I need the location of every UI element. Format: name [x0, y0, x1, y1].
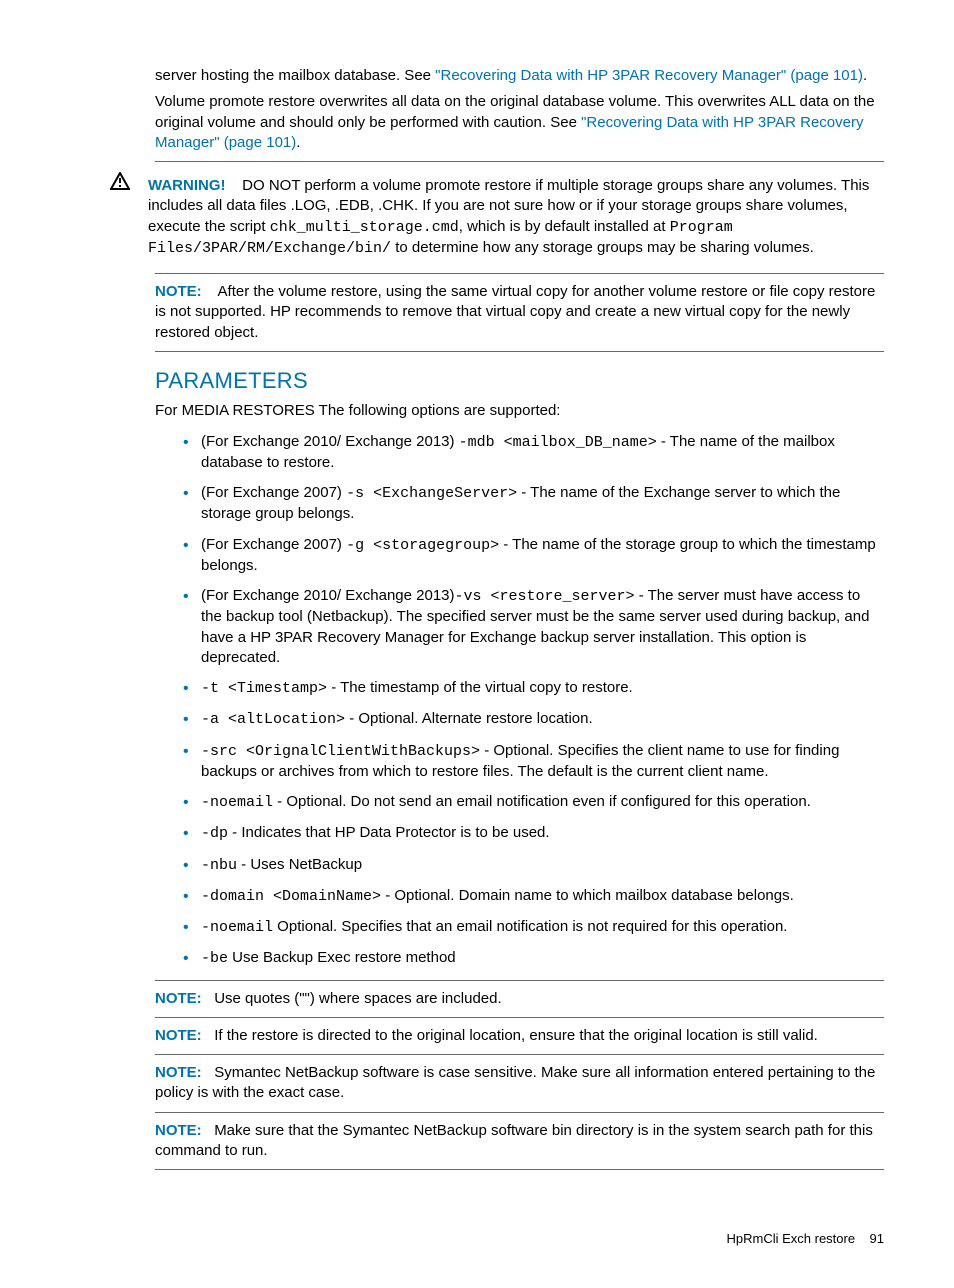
list-item: -noemail - Optional. Do not send an emai… [183, 792, 884, 813]
divider [155, 1054, 884, 1055]
code: -be [201, 950, 228, 967]
text: - Optional. Do not send an email notific… [273, 793, 811, 810]
parameters-lead: For MEDIA RESTORES The following options… [155, 401, 884, 421]
text: - Uses NetBackup [237, 856, 362, 873]
text: , which is by default installed at [459, 218, 670, 235]
footer-page: 91 [870, 1231, 884, 1246]
code: -a <altLocation> [201, 711, 345, 728]
code: -mdb <mailbox_DB_name> [459, 434, 657, 451]
intro-paragraph-2: Volume promote restore overwrites all da… [155, 92, 884, 153]
divider [155, 273, 884, 274]
code: -dp [201, 825, 228, 842]
text: . [296, 134, 300, 151]
text: Use Backup Exec restore method [228, 949, 456, 966]
note: NOTE: Symantec NetBackup software is cas… [155, 1063, 884, 1104]
code: -vs <restore_server> [455, 588, 635, 605]
note-text: Symantec NetBackup software is case sens… [155, 1064, 875, 1101]
code: -g <storagegroup> [346, 537, 499, 554]
list-item: -domain <DomainName> - Optional. Domain … [183, 886, 884, 907]
text: - Optional. Alternate restore location. [345, 710, 593, 727]
recovery-link-1[interactable]: "Recovering Data with HP 3PAR Recovery M… [435, 67, 863, 84]
code: -noemail [201, 919, 273, 936]
list-item: -nbu - Uses NetBackup [183, 855, 884, 876]
intro-paragraph-1: server hosting the mailbox database. See… [155, 66, 884, 86]
note: NOTE: If the restore is directed to the … [155, 1026, 884, 1046]
parameters-list: (For Exchange 2010/ Exchange 2013) -mdb … [155, 432, 884, 970]
note-label: NOTE: [155, 283, 202, 300]
note-text: If the restore is directed to the origin… [214, 1027, 818, 1044]
divider [155, 1017, 884, 1018]
text: - Optional. Domain name to which mailbox… [381, 887, 794, 904]
text: (For Exchange 2010/ Exchange 2013) [201, 433, 459, 450]
text: (For Exchange 2007) [201, 536, 346, 553]
note-label: NOTE: [155, 990, 202, 1007]
text: - The timestamp of the virtual copy to r… [327, 679, 633, 696]
page-footer: HpRmCli Exch restore 91 [70, 1230, 884, 1248]
note: NOTE: Use quotes ("") where spaces are i… [155, 989, 884, 1009]
parameters-heading: PARAMETERS [155, 366, 884, 396]
note-text: After the volume restore, using the same… [155, 283, 875, 341]
note-label: NOTE: [155, 1122, 202, 1139]
divider [155, 1112, 884, 1113]
note-top: NOTE: After the volume restore, using th… [155, 282, 884, 343]
page-content: server hosting the mailbox database. See… [155, 66, 884, 1170]
text: (For Exchange 2010/ Exchange 2013) [201, 587, 455, 604]
list-item: (For Exchange 2010/ Exchange 2013) -mdb … [183, 432, 884, 474]
list-item: (For Exchange 2007) -s <ExchangeServer> … [183, 483, 884, 525]
list-item: (For Exchange 2007) -g <storagegroup> - … [183, 535, 884, 577]
text: server hosting the mailbox database. See [155, 67, 435, 84]
note-text: Use quotes ("") where spaces are include… [214, 990, 501, 1007]
note-text: Make sure that the Symantec NetBackup so… [155, 1122, 873, 1159]
code: chk_multi_storage.cmd [270, 219, 459, 236]
note-label: NOTE: [155, 1064, 202, 1081]
code: -nbu [201, 857, 237, 874]
text: Optional. Specifies that an email notifi… [273, 918, 787, 935]
warning-icon [110, 172, 130, 190]
list-item: -src <OrignalClientWithBackups> - Option… [183, 741, 884, 783]
divider [155, 1169, 884, 1170]
code: -noemail [201, 794, 273, 811]
code: -s <ExchangeServer> [346, 485, 517, 502]
list-item: -noemail Optional. Specifies that an ema… [183, 917, 884, 938]
list-item: -be Use Backup Exec restore method [183, 948, 884, 969]
warning-text: WARNING! DO NOT perform a volume promote… [148, 176, 884, 259]
text: - Indicates that HP Data Protector is to… [228, 824, 550, 841]
warning-label: WARNING! [148, 177, 226, 194]
text: (For Exchange 2007) [201, 484, 346, 501]
note-label: NOTE: [155, 1027, 202, 1044]
footer-title: HpRmCli Exch restore [726, 1231, 855, 1246]
list-item: (For Exchange 2010/ Exchange 2013)-vs <r… [183, 586, 884, 668]
warning-admonition: WARNING! DO NOT perform a volume promote… [110, 170, 884, 265]
code: -src <OrignalClientWithBackups> [201, 743, 480, 760]
notes-block: NOTE: Use quotes ("") where spaces are i… [155, 989, 884, 1171]
text: . [863, 67, 867, 84]
divider [155, 351, 884, 352]
list-item: -a <altLocation> - Optional. Alternate r… [183, 709, 884, 730]
list-item: -t <Timestamp> - The timestamp of the vi… [183, 678, 884, 699]
code: -t <Timestamp> [201, 680, 327, 697]
divider [155, 980, 884, 981]
text: to determine how any storage groups may … [391, 239, 814, 256]
list-item: -dp - Indicates that HP Data Protector i… [183, 823, 884, 844]
code: -domain <DomainName> [201, 888, 381, 905]
note: NOTE: Make sure that the Symantec NetBac… [155, 1121, 884, 1162]
divider [155, 161, 884, 162]
